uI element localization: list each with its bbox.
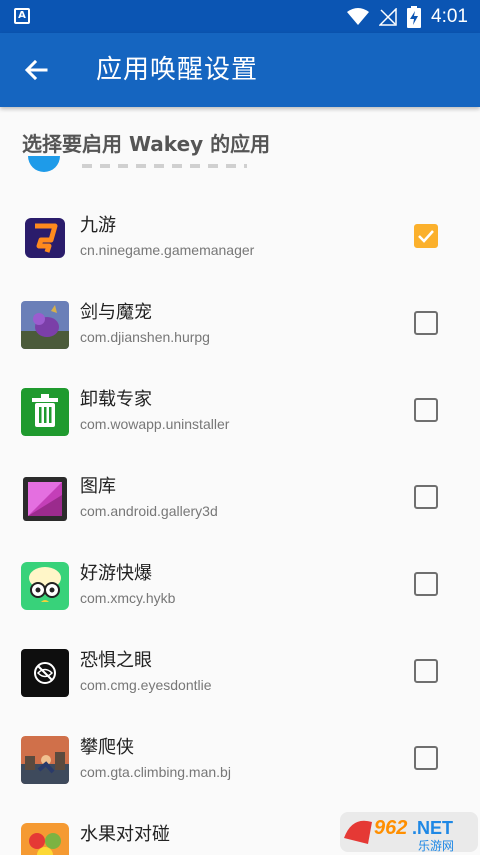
hykb-app-icon	[21, 562, 69, 610]
checkbox-unchecked[interactable]	[414, 398, 438, 422]
list-item-uninstaller[interactable]: 卸载专家 com.wowapp.uninstaller	[0, 366, 480, 453]
checkbox-unchecked[interactable]	[414, 746, 438, 770]
status-bar: A 4:01	[0, 0, 480, 33]
list-item-hykb[interactable]: 好游快爆 com.xmcy.hykb	[0, 540, 480, 627]
page-title: 应用唤醒设置	[96, 55, 259, 85]
app-name: 水果对对碰	[80, 824, 170, 845]
trash-can-icon	[21, 388, 69, 436]
site-watermark-logo: 962 .NET 乐游网	[340, 812, 478, 853]
partial-app-icon	[28, 156, 60, 172]
app-name: 剑与魔宠	[80, 302, 152, 323]
app-name: 攀爬侠	[80, 737, 134, 758]
app-package: com.cmg.eyesdontlie	[80, 677, 212, 693]
svg-text:乐游网: 乐游网	[418, 839, 454, 853]
gallery-icon	[21, 475, 69, 523]
list-item-ninegame[interactable]: 九游 cn.ninegame.gamemanager	[0, 192, 480, 279]
app-package: com.xmcy.hykb	[80, 590, 176, 606]
wifi-icon	[347, 8, 370, 25]
system-icons: 4:01	[347, 5, 468, 29]
app-package: cn.ninegame.gamemanager	[80, 242, 255, 258]
checkbox-unchecked[interactable]	[414, 659, 438, 683]
app-package: com.android.gallery3d	[80, 503, 218, 519]
list-item-gallery[interactable]: 图库 com.android.gallery3d	[0, 453, 480, 540]
app-package: com.djianshen.hurpg	[80, 329, 210, 345]
checkbox-unchecked[interactable]	[414, 485, 438, 509]
list-item-climbing[interactable]: 攀爬侠 com.gta.climbing.man.bj	[0, 714, 480, 801]
app-name: 九游	[80, 215, 116, 236]
svg-text:962: 962	[374, 817, 407, 839]
no-signal-icon	[379, 8, 397, 26]
jianyumochong-app-icon	[21, 301, 69, 349]
checkbox-unchecked[interactable]	[414, 572, 438, 596]
arrow-left-icon[interactable]	[20, 54, 52, 86]
app-package: com.gta.climbing.man.bj	[80, 764, 231, 780]
list-item-jianyumochong[interactable]: 剑与魔宠 com.djianshen.hurpg	[0, 279, 480, 366]
app-name: 卸载专家	[80, 389, 152, 410]
svg-text:.NET: .NET	[412, 818, 453, 838]
section-header: 选择要启用 Wakey 的应用	[22, 132, 271, 156]
eye-icon	[21, 649, 69, 697]
app-name: 恐惧之眼	[80, 650, 152, 671]
climbing-app-icon	[21, 736, 69, 784]
notification-icon: A	[14, 8, 30, 24]
checkbox-unchecked[interactable]	[414, 311, 438, 335]
ninegame-app-icon	[21, 214, 69, 262]
checkbox-checked[interactable]	[414, 224, 438, 248]
app-screen: A 4:01 应用唤醒设置 选择要启用 Wakey 的应用 九游 cn.nine…	[0, 0, 480, 855]
app-bar: 应用唤醒设置	[0, 33, 480, 107]
clock: 4:01	[431, 6, 468, 27]
battery-charging-icon	[407, 6, 422, 28]
app-name: 好游快爆	[80, 563, 152, 584]
app-package: com.wowapp.uninstaller	[80, 416, 230, 432]
app-name: 图库	[80, 476, 116, 497]
list-item-eyesdontlie[interactable]: 恐惧之眼 com.cmg.eyesdontlie	[0, 627, 480, 714]
partial-app-text	[82, 164, 247, 168]
fruit-app-icon	[21, 823, 69, 855]
